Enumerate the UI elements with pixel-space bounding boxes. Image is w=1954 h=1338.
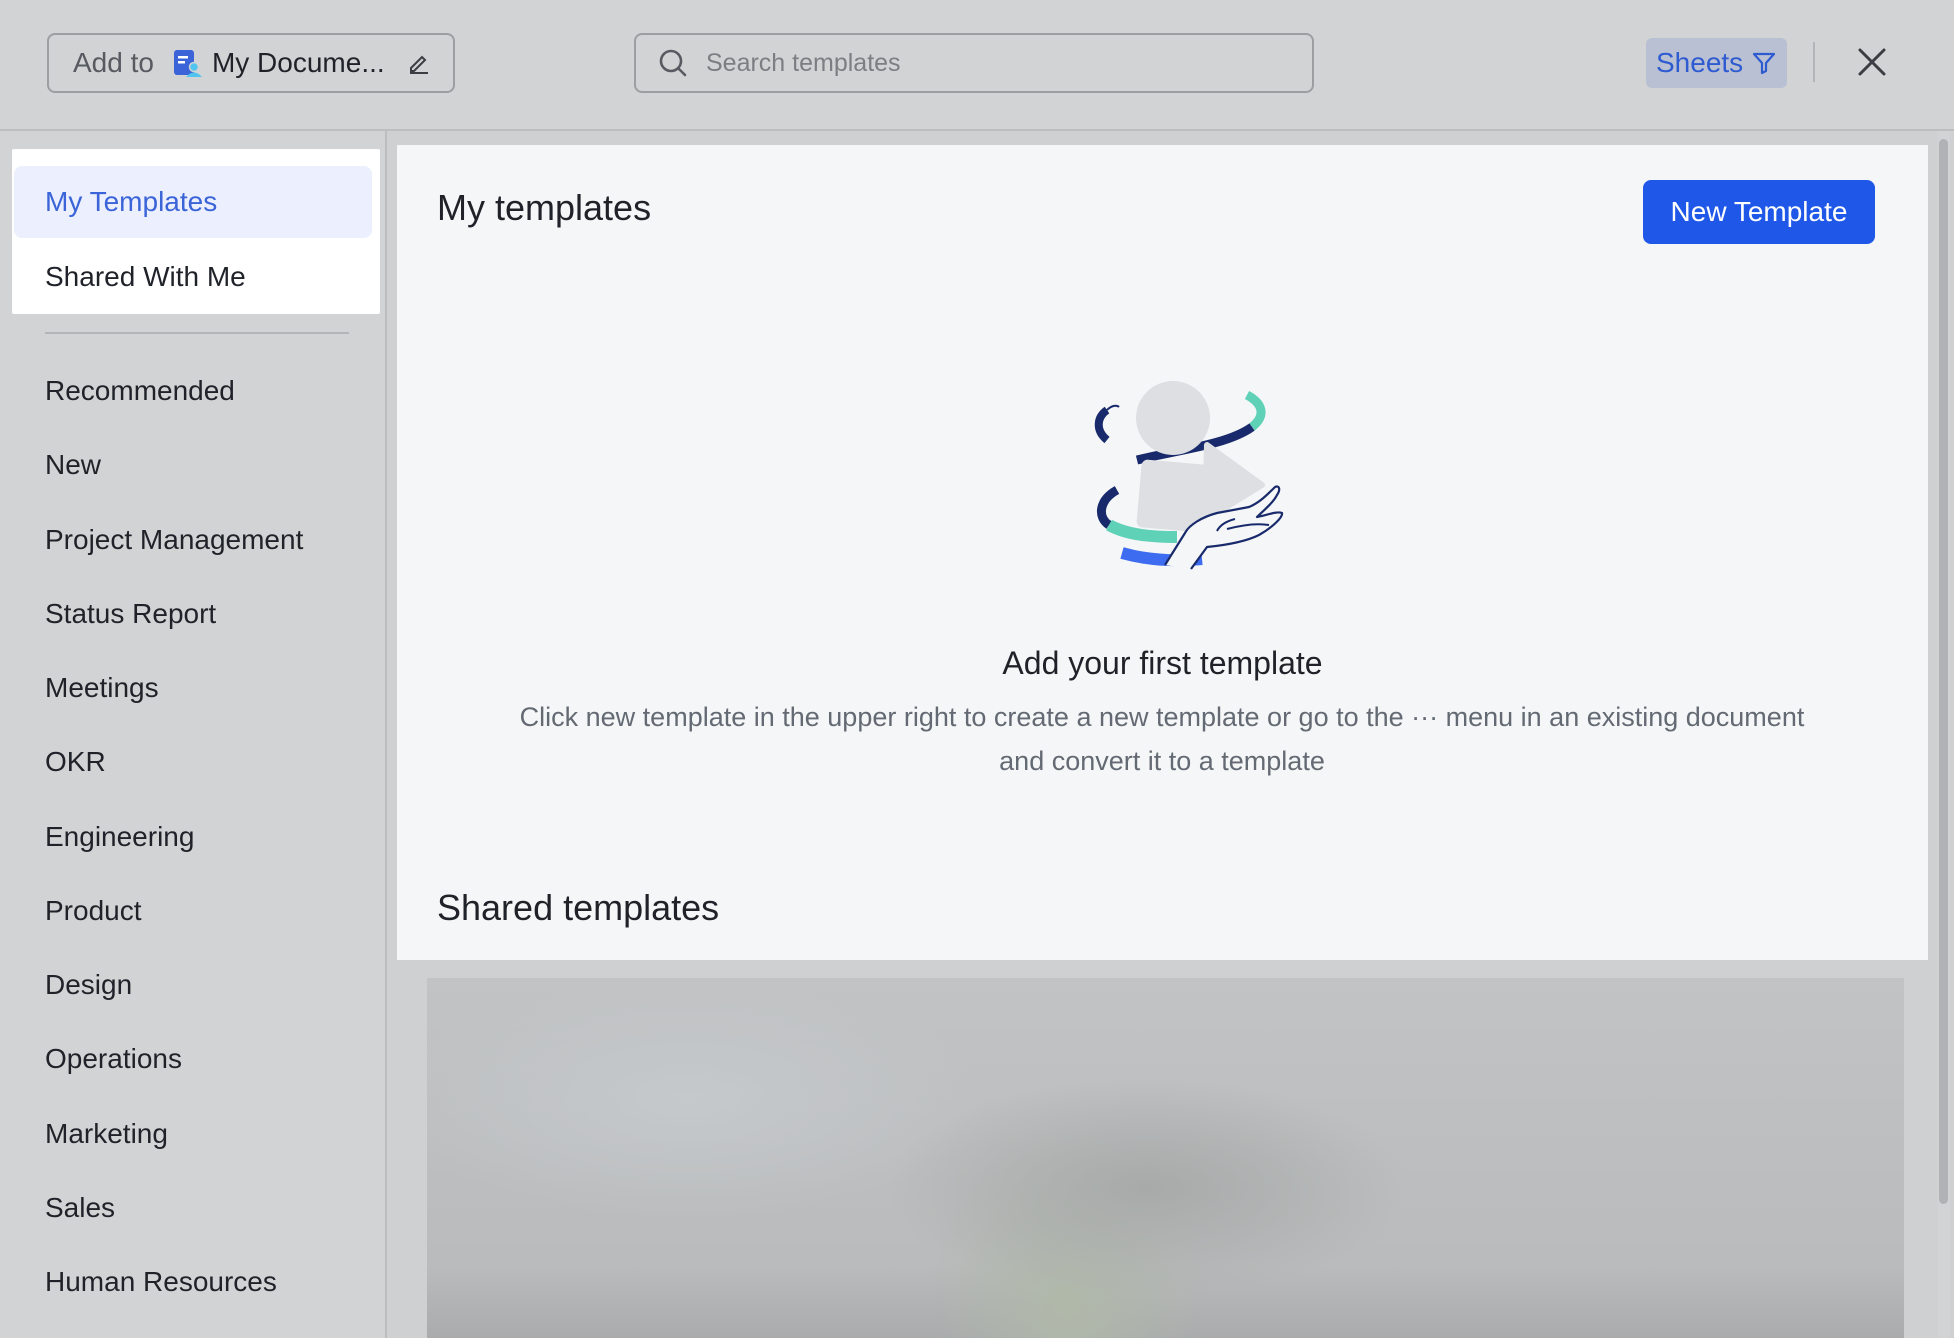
my-templates-panel: My templates New Template Add your first… — [397, 145, 1928, 960]
sidebar-divider — [45, 332, 349, 334]
sidebar-item-status-report[interactable]: Status Report — [45, 589, 216, 639]
sidebar-item-sales[interactable]: Sales — [45, 1183, 115, 1233]
close-icon[interactable] — [1856, 46, 1888, 78]
search-input[interactable] — [704, 47, 1268, 79]
sidebar-item-new[interactable]: New — [45, 440, 101, 490]
add-to-label: Add to — [73, 47, 154, 78]
filter-label: Sheets — [1656, 47, 1744, 78]
sidebar-item-my-templates[interactable]: My Templates — [14, 166, 372, 238]
empty-state-title: Add your first template — [1002, 645, 1323, 681]
search-box[interactable] — [634, 33, 1314, 93]
sidebar-item-design[interactable]: Design — [45, 960, 132, 1010]
sidebar-item-product[interactable]: Product — [45, 886, 142, 936]
sidebar-item-human-resources[interactable]: Human Resources — [45, 1257, 277, 1307]
empty-state-illustration — [1094, 381, 1284, 570]
edit-pencil-icon[interactable] — [407, 51, 431, 75]
template-picker-header: Add to My Docume... Sheets — [0, 0, 1954, 131]
header-divider — [1813, 42, 1815, 82]
search-icon — [659, 49, 687, 77]
new-template-button[interactable]: New Template — [1643, 180, 1875, 244]
blurred-template-previews — [427, 978, 1904, 1338]
sidebar-item-marketing[interactable]: Marketing — [45, 1109, 168, 1159]
filter-sheets-button[interactable]: Sheets — [1646, 38, 1788, 88]
sidebar-item-okr[interactable]: OKR — [45, 737, 106, 787]
sidebar-item-engineering[interactable]: Engineering — [45, 812, 194, 862]
shared-document-icon — [173, 50, 202, 77]
sidebar-item-operations[interactable]: Operations — [45, 1034, 182, 1084]
filter-funnel-icon — [1753, 52, 1776, 75]
sidebar-item-shared-with-me[interactable]: Shared With Me — [45, 252, 246, 302]
sidebar-item-recommended[interactable]: Recommended — [45, 366, 235, 416]
sidebar-item-project-management[interactable]: Project Management — [45, 515, 303, 565]
scrollbar[interactable] — [1938, 131, 1950, 1338]
page-title: My templates — [437, 187, 652, 228]
empty-state-description: Click new template in the upper right to… — [519, 702, 1805, 776]
sidebar-item-meetings[interactable]: Meetings — [45, 663, 159, 713]
sidebar: My Templates Shared With Me Recommended … — [0, 131, 387, 1338]
document-name: My Docume... — [211, 47, 385, 78]
scrollbar-thumb[interactable] — [1939, 139, 1948, 1204]
add-to-location-selector[interactable]: Add to My Docume... — [47, 33, 455, 93]
shared-templates-heading: Shared templates — [437, 887, 720, 928]
